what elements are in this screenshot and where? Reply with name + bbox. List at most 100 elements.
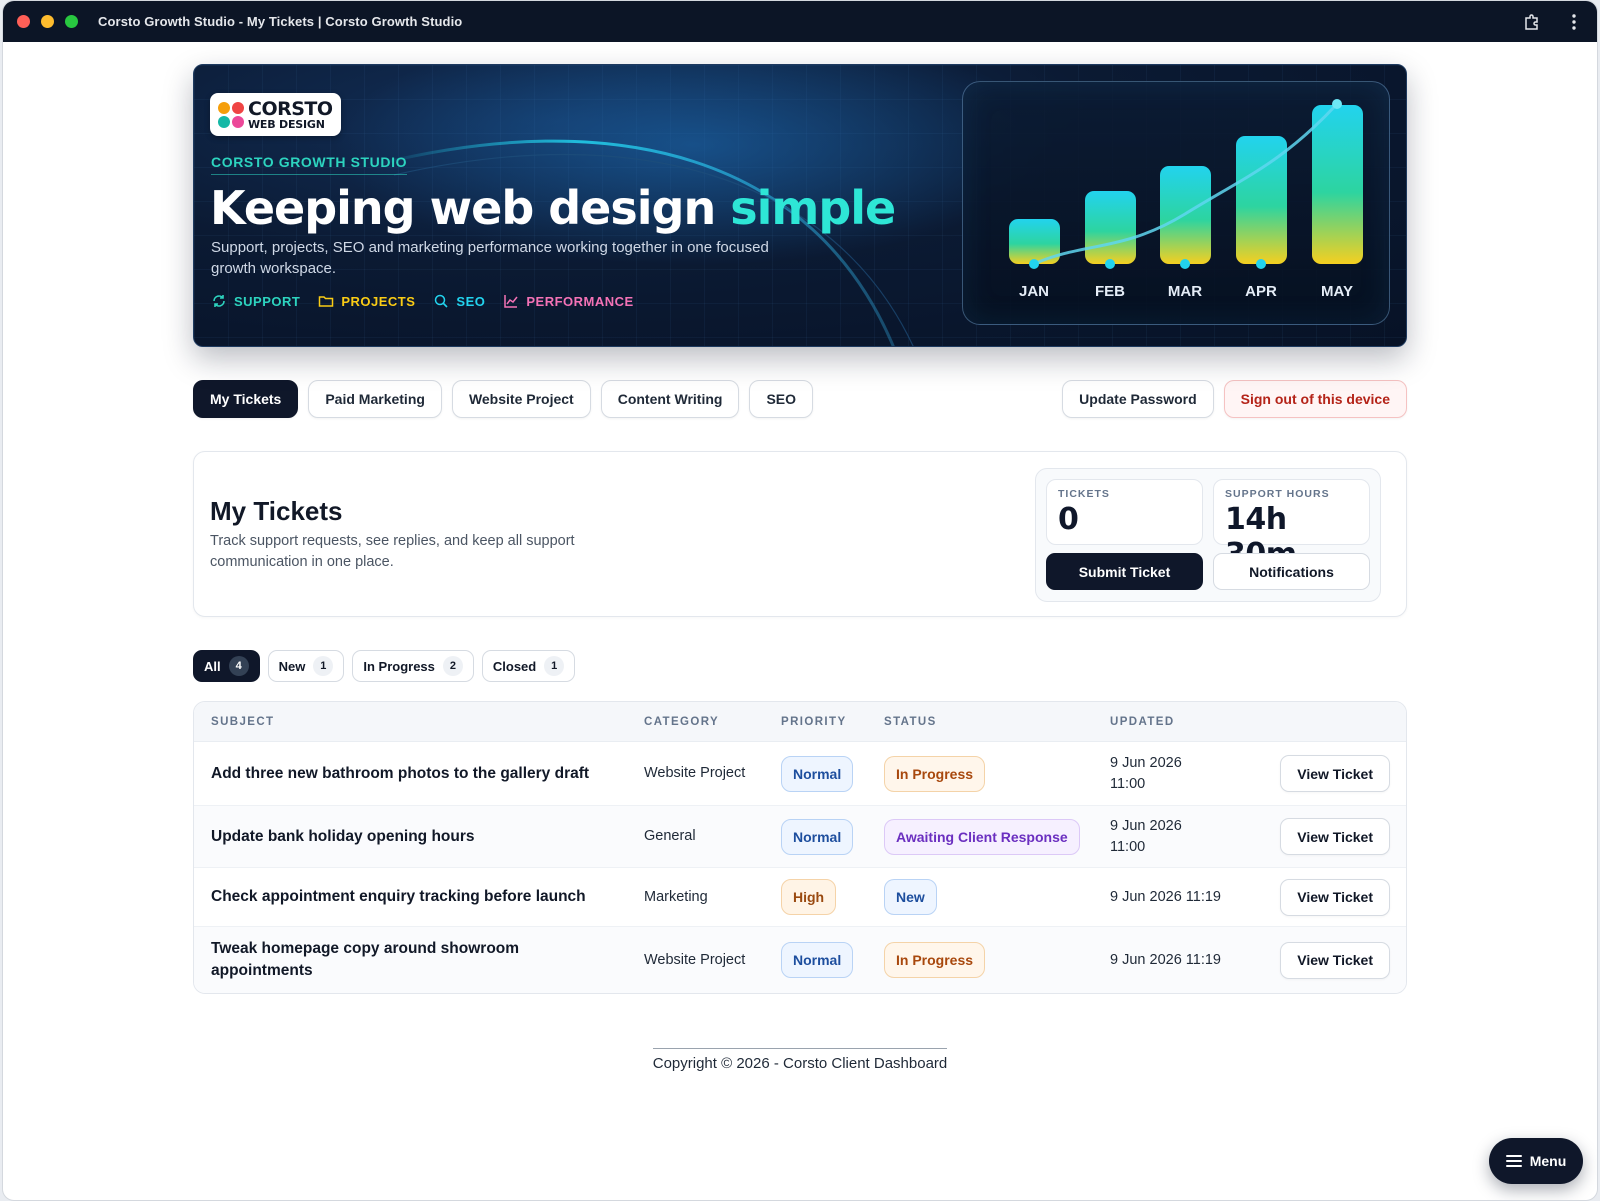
submit-ticket-button[interactable]: Submit Ticket	[1046, 553, 1203, 590]
bar-feb	[1085, 191, 1136, 264]
filter-in-progress-label: In Progress	[363, 658, 435, 674]
browser-window: Corsto Growth Studio - My Tickets | Cors…	[2, 0, 1598, 1201]
month-label-apr: APR	[1245, 283, 1277, 300]
minimize-window-button[interactable]	[41, 15, 54, 28]
page-title: My Tickets	[210, 496, 343, 526]
logo-dots	[218, 101, 244, 128]
view-ticket-button[interactable]: View Ticket	[1280, 755, 1390, 792]
menu-button-label: Menu	[1529, 1153, 1567, 1169]
table-row: Check appointment enquiry tracking befor…	[194, 868, 1406, 927]
window-controls	[17, 15, 78, 28]
maximize-window-button[interactable]	[65, 15, 78, 28]
hero-headline-main: Keeping web design	[210, 181, 716, 235]
table-header: SUBJECT CATEGORY PRIORITY STATUS UPDATED	[194, 702, 1406, 742]
ticket-updated: 9 Jun 2026 11:00	[1110, 754, 1182, 792]
ticket-updated: 9 Jun 2026 11:19	[1110, 951, 1221, 968]
ticket-category: Website Project	[644, 765, 746, 781]
update-password-button[interactable]: Update Password	[1062, 380, 1214, 418]
chart-line-icon	[504, 295, 518, 308]
filter-all[interactable]: All 4	[193, 650, 260, 682]
hero-eyebrow: CORSTO GROWTH STUDIO	[211, 154, 408, 175]
priority-badge: Normal	[781, 942, 854, 978]
ticket-subject: Add three new bathroom photos to the gal…	[211, 764, 590, 782]
hero-growth-chart: JAN FEB MAR APR MAY	[962, 81, 1390, 325]
tab-my-tickets[interactable]: My Tickets	[193, 380, 299, 418]
logo-line2: WEB DESIGN	[248, 117, 325, 131]
corsto-logo[interactable]: CORSTO WEB DESIGN	[210, 93, 341, 136]
month-label-may: MAY	[1321, 283, 1353, 300]
menu-button[interactable]: Menu	[1489, 1138, 1583, 1184]
header-category: CATEGORY	[644, 715, 720, 728]
pill-projects: PROJECTS	[318, 293, 415, 309]
tab-paid-marketing[interactable]: Paid Marketing	[308, 380, 442, 418]
filter-new-count: 1	[313, 656, 334, 676]
ticket-stats-panel: TICKETS 0 SUPPORT HOURS 14h 30m Submit T…	[1035, 468, 1381, 602]
tickets-table: SUBJECT CATEGORY PRIORITY STATUS UPDATED…	[193, 701, 1407, 994]
ticket-category: Website Project	[644, 951, 746, 968]
page-footer: Copyright © 2026 - Corsto Client Dashboa…	[193, 1048, 1407, 1072]
filter-in-progress[interactable]: In Progress 2	[352, 650, 474, 682]
section-nav: My Tickets Paid Marketing Website Projec…	[193, 380, 1407, 418]
filter-all-count: 4	[228, 656, 249, 676]
header-subject: SUBJECT	[211, 715, 275, 728]
status-badge: New	[884, 879, 937, 915]
view-ticket-button[interactable]: View Ticket	[1280, 878, 1390, 916]
filter-new-label: New	[278, 658, 306, 674]
status-badge: In Progress	[884, 755, 986, 792]
view-ticket-button[interactable]: View Ticket	[1280, 941, 1390, 979]
growth-bars-graphic: JAN FEB MAR APR MAY	[1009, 99, 1363, 300]
status-badge: In Progress	[884, 942, 986, 978]
filter-all-label: All	[204, 658, 221, 674]
filter-closed[interactable]: Closed 1	[481, 650, 576, 682]
header-updated: UPDATED	[1110, 715, 1175, 728]
stat-tickets: TICKETS 0	[1046, 479, 1203, 545]
status-badge: Awaiting Client Response	[884, 818, 1080, 855]
ticket-category: General	[644, 828, 696, 844]
priority-badge: Normal	[781, 818, 854, 855]
hero-subline: Support, projects, SEO and marketing per…	[211, 239, 769, 277]
priority-badge: Normal	[781, 755, 854, 792]
hero-feature-pills: SUPPORT PROJECTS SEO PERFORMANCE	[211, 293, 634, 309]
header-status: STATUS	[884, 715, 937, 728]
month-label-jan: JAN	[1019, 283, 1049, 300]
close-window-button[interactable]	[17, 15, 30, 28]
ticket-subject: Check appointment enquiry tracking befor…	[211, 888, 586, 905]
table-row: Update bank holiday opening hours Genera…	[194, 806, 1406, 868]
filter-closed-label: Closed	[492, 658, 537, 674]
ticket-category: Marketing	[644, 888, 708, 905]
filter-new[interactable]: New 1	[267, 650, 345, 682]
filter-closed-count: 1	[544, 656, 565, 676]
stat-tickets-label: TICKETS	[1058, 488, 1110, 500]
pill-support: SUPPORT	[211, 293, 300, 309]
tab-seo[interactable]: SEO	[749, 380, 814, 418]
title-bar: Corsto Growth Studio - My Tickets | Cors…	[3, 1, 1597, 42]
pill-performance: PERFORMANCE	[503, 293, 633, 309]
ticket-subject: Tweak homepage copy around showroom appo…	[211, 940, 520, 979]
hero-headline: Keeping web design simple	[210, 181, 896, 235]
month-label-feb: FEB	[1095, 283, 1125, 300]
more-options-icon[interactable]	[1563, 11, 1585, 33]
view-ticket-button[interactable]: View Ticket	[1280, 818, 1390, 855]
tickets-intro-card: My Tickets Track support requests, see r…	[193, 451, 1407, 617]
stat-tickets-value: 0	[1058, 502, 1079, 537]
ticket-filters: All 4 New 1 In Progress 2 Closed 1	[193, 650, 1407, 682]
sign-out-button[interactable]: Sign out of this device	[1223, 380, 1407, 418]
pill-support-label: SUPPORT	[234, 293, 301, 309]
tab-content-writing[interactable]: Content Writing	[600, 380, 740, 418]
bar-may	[1312, 105, 1363, 264]
hamburger-icon	[1505, 1155, 1522, 1167]
extensions-icon[interactable]	[1521, 11, 1543, 33]
ticket-subject: Update bank holiday opening hours	[211, 827, 475, 845]
page-description: Track support requests, see replies, and…	[210, 533, 575, 570]
page-content: CORSTO WEB DESIGN CORSTO GROWTH STUDIO K…	[193, 64, 1407, 1072]
priority-badge: High	[781, 879, 837, 915]
logo-line1: CORSTO	[248, 97, 333, 120]
table-row: Tweak homepage copy around showroom appo…	[194, 927, 1406, 993]
tab-website-project[interactable]: Website Project	[451, 380, 591, 418]
pill-performance-label: PERFORMANCE	[526, 293, 634, 309]
hero-headline-accent: simple	[730, 181, 896, 235]
month-label-mar: MAR	[1168, 283, 1202, 300]
pill-projects-label: PROJECTS	[341, 293, 416, 309]
stat-support-hours-label: SUPPORT HOURS	[1225, 488, 1330, 500]
notifications-button[interactable]: Notifications	[1213, 553, 1370, 590]
